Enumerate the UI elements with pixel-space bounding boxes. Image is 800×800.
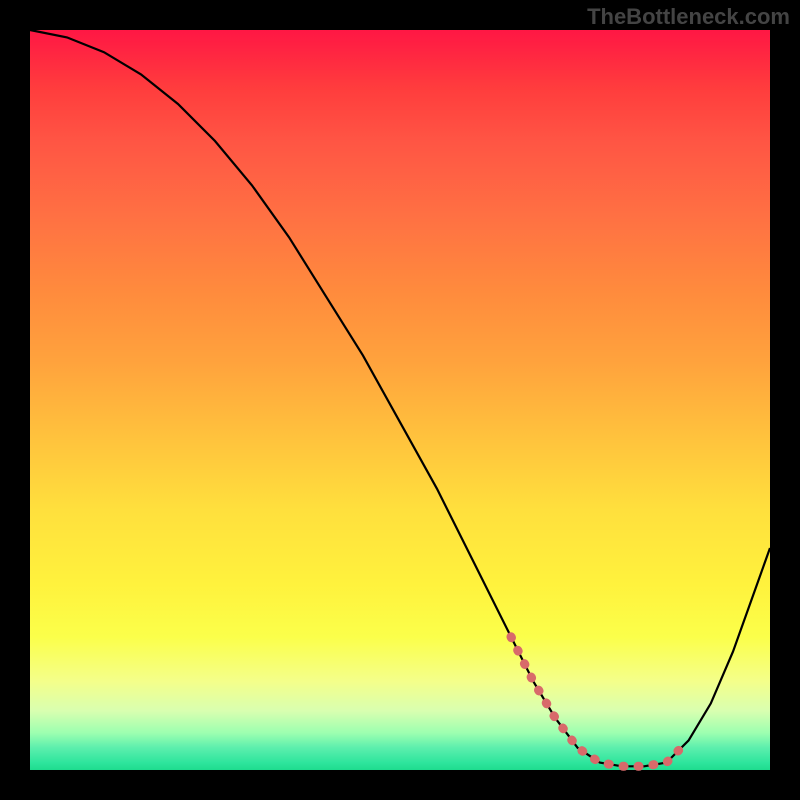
watermark-text: TheBottleneck.com (587, 4, 790, 30)
chart-plot-area (30, 30, 770, 770)
optimal-range-dots (511, 637, 681, 767)
bottleneck-curve (30, 30, 770, 766)
chart-svg (30, 30, 770, 770)
